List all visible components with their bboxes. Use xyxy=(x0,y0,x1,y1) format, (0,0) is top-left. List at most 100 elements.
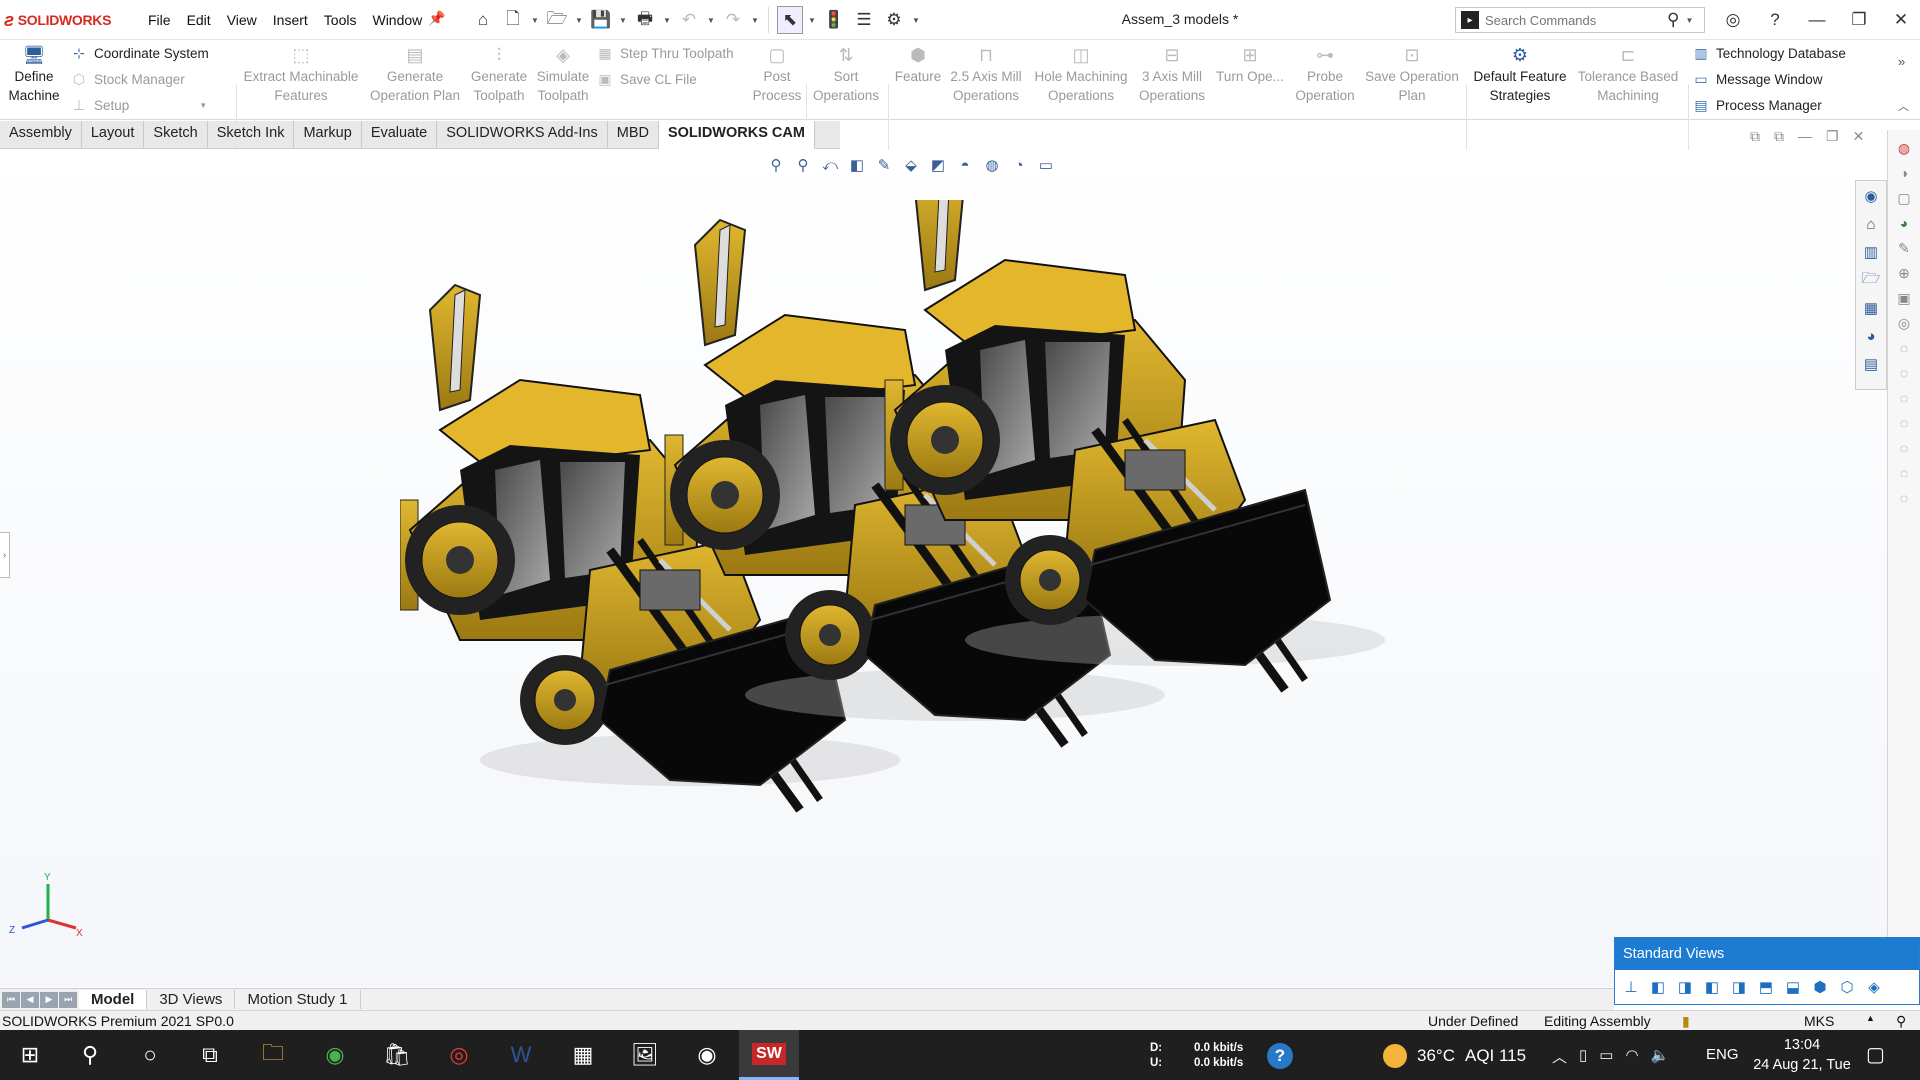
axis3-mill-button[interactable]: ⊟ 3 Axis Mill Operations xyxy=(1136,44,1208,105)
solidworks-taskbar-icon[interactable]: SW xyxy=(739,1030,799,1080)
windows-start-icon[interactable]: ⊞ xyxy=(0,1030,60,1080)
turn-operations-button[interactable]: ⊞ Turn Ope... xyxy=(1210,44,1290,86)
tab-solidworks-add-ins[interactable]: SOLIDWORKS Add-Ins xyxy=(437,121,608,149)
select-dropdown-icon[interactable]: ▼ xyxy=(807,16,817,25)
tab-assembly[interactable]: Assembly xyxy=(0,121,82,149)
left-view-icon[interactable]: ◧ xyxy=(1700,975,1724,999)
tolerance-based-machining-button[interactable]: ⊏ Tolerance Based Machining xyxy=(1572,44,1684,105)
custom-properties-tab-icon[interactable]: ✎ xyxy=(1892,238,1916,258)
menu-view[interactable]: View xyxy=(219,10,265,30)
last-tab-icon[interactable]: ⏭ xyxy=(59,991,77,1008)
globe-icon[interactable]: ◉ xyxy=(1859,184,1883,208)
simulate-toolpath-button[interactable]: ◈ Simulate Toolpath xyxy=(532,44,594,105)
previous-tab-icon[interactable]: ◀ xyxy=(21,991,39,1008)
design-library-icon[interactable]: ◑ xyxy=(1892,163,1916,183)
task-view-icon[interactable]: ⧉ xyxy=(180,1030,240,1080)
cortana-icon[interactable]: ○ xyxy=(120,1030,180,1080)
wifi-icon[interactable]: ◠ xyxy=(1625,1046,1638,1067)
hide-show-items-icon[interactable]: ◓ xyxy=(954,154,976,176)
close-icon[interactable]: ✕ xyxy=(1883,6,1919,34)
tab-sketch-ink[interactable]: Sketch Ink xyxy=(208,121,295,149)
tab-layout[interactable]: Layout xyxy=(82,121,145,149)
menu-window[interactable]: Window xyxy=(364,10,430,30)
setup-dropdown-icon[interactable]: ▼ xyxy=(199,101,207,110)
assembly-3d-model[interactable] xyxy=(400,200,1520,980)
top-view-icon[interactable]: ⬒ xyxy=(1754,975,1778,999)
restore-icon[interactable]: ❐ xyxy=(1841,6,1877,34)
cam-tree-icon[interactable]: ⊕ xyxy=(1892,263,1916,283)
hole-tree-icon[interactable]: ◌ xyxy=(1892,363,1916,383)
post-process-button[interactable]: ▢ Post Process xyxy=(752,44,802,105)
user-account-icon[interactable]: ◎ xyxy=(1715,6,1751,34)
next-tab-icon[interactable]: ▶ xyxy=(40,991,58,1008)
minimize-icon[interactable]: — xyxy=(1799,6,1835,34)
dynamic-annotation-icon[interactable]: ✎ xyxy=(873,154,895,176)
right-view-icon[interactable]: ◨ xyxy=(1727,975,1751,999)
input-language[interactable]: ENG xyxy=(1706,1046,1739,1063)
home-view-icon[interactable]: ⌂ xyxy=(1859,212,1883,236)
bottom-view-icon[interactable]: ⬓ xyxy=(1781,975,1805,999)
calculator-icon[interactable]: ▦ xyxy=(553,1030,613,1080)
message-window-button[interactable]: ▭ Message Window xyxy=(1692,70,1822,88)
tool-tree-icon[interactable]: ◎ xyxy=(1892,313,1916,333)
file-explorer-tab-icon[interactable]: ▢ xyxy=(1892,188,1916,208)
tab-solidworks-cam[interactable]: SOLIDWORKS CAM xyxy=(658,121,815,149)
print-dropdown-icon[interactable]: ▼ xyxy=(662,16,672,25)
word-icon[interactable]: W xyxy=(491,1030,551,1080)
appearances-icon[interactable]: ◕ xyxy=(1859,324,1883,348)
notifications-icon[interactable]: ▢ xyxy=(1866,1042,1885,1067)
probe-operation-button[interactable]: ⊶ Probe Operation xyxy=(1292,44,1358,105)
options-gear-icon[interactable]: ⚙ xyxy=(881,6,907,34)
chrome-icon[interactable]: ◉ xyxy=(305,1030,365,1080)
parts-library-icon[interactable]: ▥ xyxy=(1859,240,1883,264)
search-dropdown-icon[interactable]: ▼ xyxy=(1685,16,1693,25)
cam-extra-icon-1[interactable]: ◌ xyxy=(1892,438,1916,458)
open-dropdown-icon[interactable]: ▼ xyxy=(574,16,584,25)
tab-evaluate[interactable]: Evaluate xyxy=(362,121,438,149)
show-hidden-icons-icon[interactable]: ︿ xyxy=(1552,1046,1567,1067)
view-settings-icon[interactable]: ▭ xyxy=(1035,154,1057,176)
generate-operation-plan-button[interactable]: ▤ Generate Operation Plan xyxy=(364,44,466,105)
apply-scene-icon[interactable]: ◔ xyxy=(1008,154,1030,176)
default-feature-strategies-button[interactable]: ⚙ Default Feature Strategies xyxy=(1470,44,1570,105)
custom-properties-icon[interactable]: ▤ xyxy=(1859,352,1883,376)
appearances-tab-icon[interactable]: ◕ xyxy=(1892,213,1916,233)
units-dropdown-icon[interactable]: ▲ xyxy=(1866,1013,1875,1023)
viewport-restore-icon[interactable]: ❐ xyxy=(1826,128,1839,145)
previous-view-icon[interactable]: ⤺ xyxy=(819,154,841,176)
feature-manager-expand-handle[interactable]: › xyxy=(0,532,10,578)
battery-icon[interactable]: ▭ xyxy=(1599,1046,1613,1067)
volume-icon[interactable]: 🔈 xyxy=(1651,1046,1670,1067)
chevron-right-icon[interactable]: » xyxy=(1898,54,1905,69)
menu-insert[interactable]: Insert xyxy=(265,10,316,30)
traffic-light-icon[interactable]: 🚦 xyxy=(821,6,847,34)
viewport-close-icon[interactable]: ✕ xyxy=(1853,128,1865,145)
generate-toolpath-button[interactable]: ⫶ Generate Toolpath xyxy=(466,44,532,105)
probe-tree-icon[interactable]: ◌ xyxy=(1892,388,1916,408)
save-operation-plan-button[interactable]: ⊡ Save Operation Plan xyxy=(1362,44,1462,105)
isometric-view-icon[interactable]: ⬢ xyxy=(1808,975,1832,999)
save-dropdown-icon[interactable]: ▼ xyxy=(618,16,628,25)
feature-tree-icon[interactable]: ◌ xyxy=(1892,338,1916,358)
undo-icon[interactable]: ↶ xyxy=(676,6,702,34)
dimetric-view-icon[interactable]: ◈ xyxy=(1862,975,1886,999)
cam-settings-icon[interactable]: ◌ xyxy=(1892,413,1916,433)
hole-machining-button[interactable]: ◫ Hole Machining Operations xyxy=(1030,44,1132,105)
cam-extra-icon-2[interactable]: ◌ xyxy=(1892,463,1916,483)
viewport-split-left-icon[interactable]: ⧉ xyxy=(1750,128,1760,145)
zoom-to-area-icon[interactable]: ⚲ xyxy=(792,154,814,176)
photos-icon[interactable]: 🖼 xyxy=(615,1030,675,1080)
get-help-icon[interactable]: ? xyxy=(1267,1043,1293,1069)
system-clock[interactable]: 13:04 24 Aug 21, Tue xyxy=(1752,1035,1852,1075)
search-input[interactable] xyxy=(1485,12,1665,28)
meet-now-icon[interactable]: ▯ xyxy=(1579,1046,1587,1067)
trimetric-view-icon[interactable]: ⬡ xyxy=(1835,975,1859,999)
home-icon[interactable]: ⌂ xyxy=(470,6,496,34)
rebuild-status-icon[interactable]: ▮ xyxy=(1682,1013,1690,1030)
help-icon[interactable]: ? xyxy=(1757,6,1793,34)
process-manager-button[interactable]: ▤ Process Manager xyxy=(1692,96,1821,114)
search-icon[interactable]: ⚲ xyxy=(1667,10,1679,30)
extract-machinable-features-button[interactable]: ⬚ Extract Machinable Features xyxy=(240,44,362,105)
back-view-icon[interactable]: ◨ xyxy=(1673,975,1697,999)
normal-to-icon[interactable]: ⊥ xyxy=(1619,975,1643,999)
